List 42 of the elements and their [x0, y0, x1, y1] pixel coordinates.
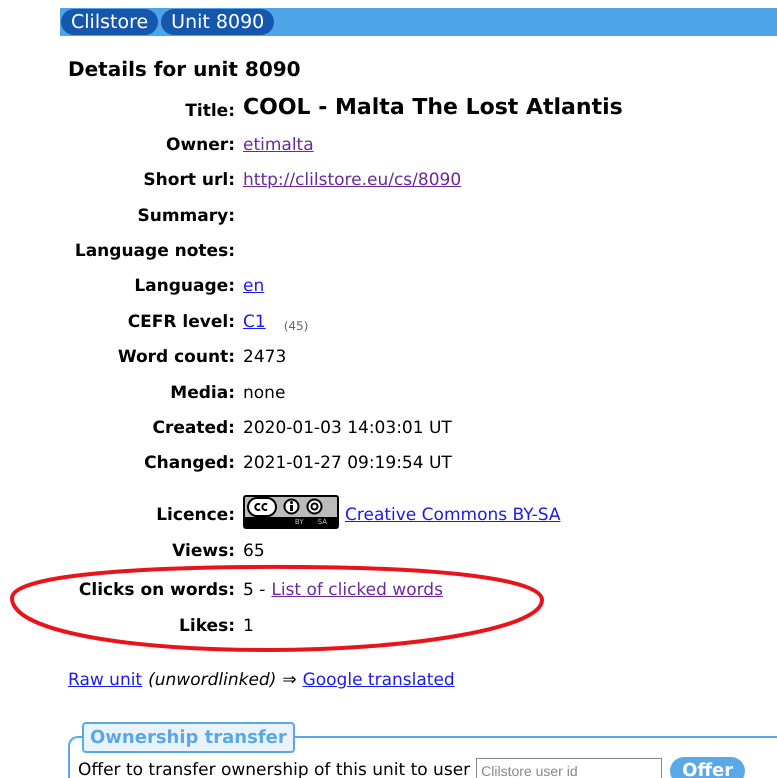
note-text: (unwordlinked): [148, 669, 276, 692]
link[interactable]: C1: [243, 310, 266, 336]
field-label: Word count:: [116, 346, 235, 370]
field-label: Licence:: [155, 504, 235, 528]
link[interactable]: Google translated: [302, 668, 455, 694]
arrow-symbol: ⇒: [282, 669, 297, 692]
field-value: 5 -: [243, 579, 266, 602]
unit-title: COOL - Malta The Lost Atlantis: [243, 94, 623, 122]
unit-count: (45): [284, 318, 308, 336]
link[interactable]: Creative Commons BY-SA: [345, 503, 560, 529]
transfer-prompt: Offer to transfer ownership of this unit to user: [78, 758, 470, 778]
user-id-field[interactable]: Clilstore user id: [476, 758, 662, 778]
breadcrumb-link[interactable]: Unit 8090: [161, 9, 274, 35]
person-icon: [283, 498, 300, 516]
field-label: Changed:: [143, 452, 235, 476]
share-alike-icon: [306, 498, 323, 516]
field-label: Summary:: [136, 204, 235, 228]
panel-legend: Ownership transfer: [82, 722, 295, 753]
field-value: 2020-01-03 14:03:01 UT: [243, 417, 452, 440]
field-label: Clicks on words:: [78, 579, 235, 602]
field-label: Media:: [169, 382, 235, 405]
field-label: Likes:: [178, 614, 235, 638]
field-label: Title:: [184, 100, 235, 122]
field-label: CEFR level:: [126, 310, 235, 334]
page-heading: Details for unit 8090: [68, 56, 301, 83]
link[interactable]: http://clilstore.eu/cs/8090: [243, 168, 462, 194]
breadcrumb-link[interactable]: Clilstore: [61, 9, 158, 35]
field-value: 2021-01-27 09:19:54 UT: [243, 452, 452, 476]
field-value: 65: [243, 540, 265, 563]
field-label: Language:: [133, 275, 235, 298]
link[interactable]: List of clicked words: [271, 578, 443, 604]
link[interactable]: en: [243, 274, 264, 300]
link[interactable]: Raw unit: [68, 668, 142, 694]
field-value: none: [243, 382, 286, 405]
link[interactable]: etimalta: [243, 132, 314, 158]
field-label: Short url:: [142, 169, 235, 192]
field-label: Views:: [171, 540, 235, 563]
field-value: 2473: [243, 346, 286, 370]
field-label: Owner:: [165, 134, 235, 157]
field-label: Language notes:: [74, 240, 235, 264]
field-value: 1: [243, 614, 254, 638]
field-label: Created:: [152, 417, 235, 440]
